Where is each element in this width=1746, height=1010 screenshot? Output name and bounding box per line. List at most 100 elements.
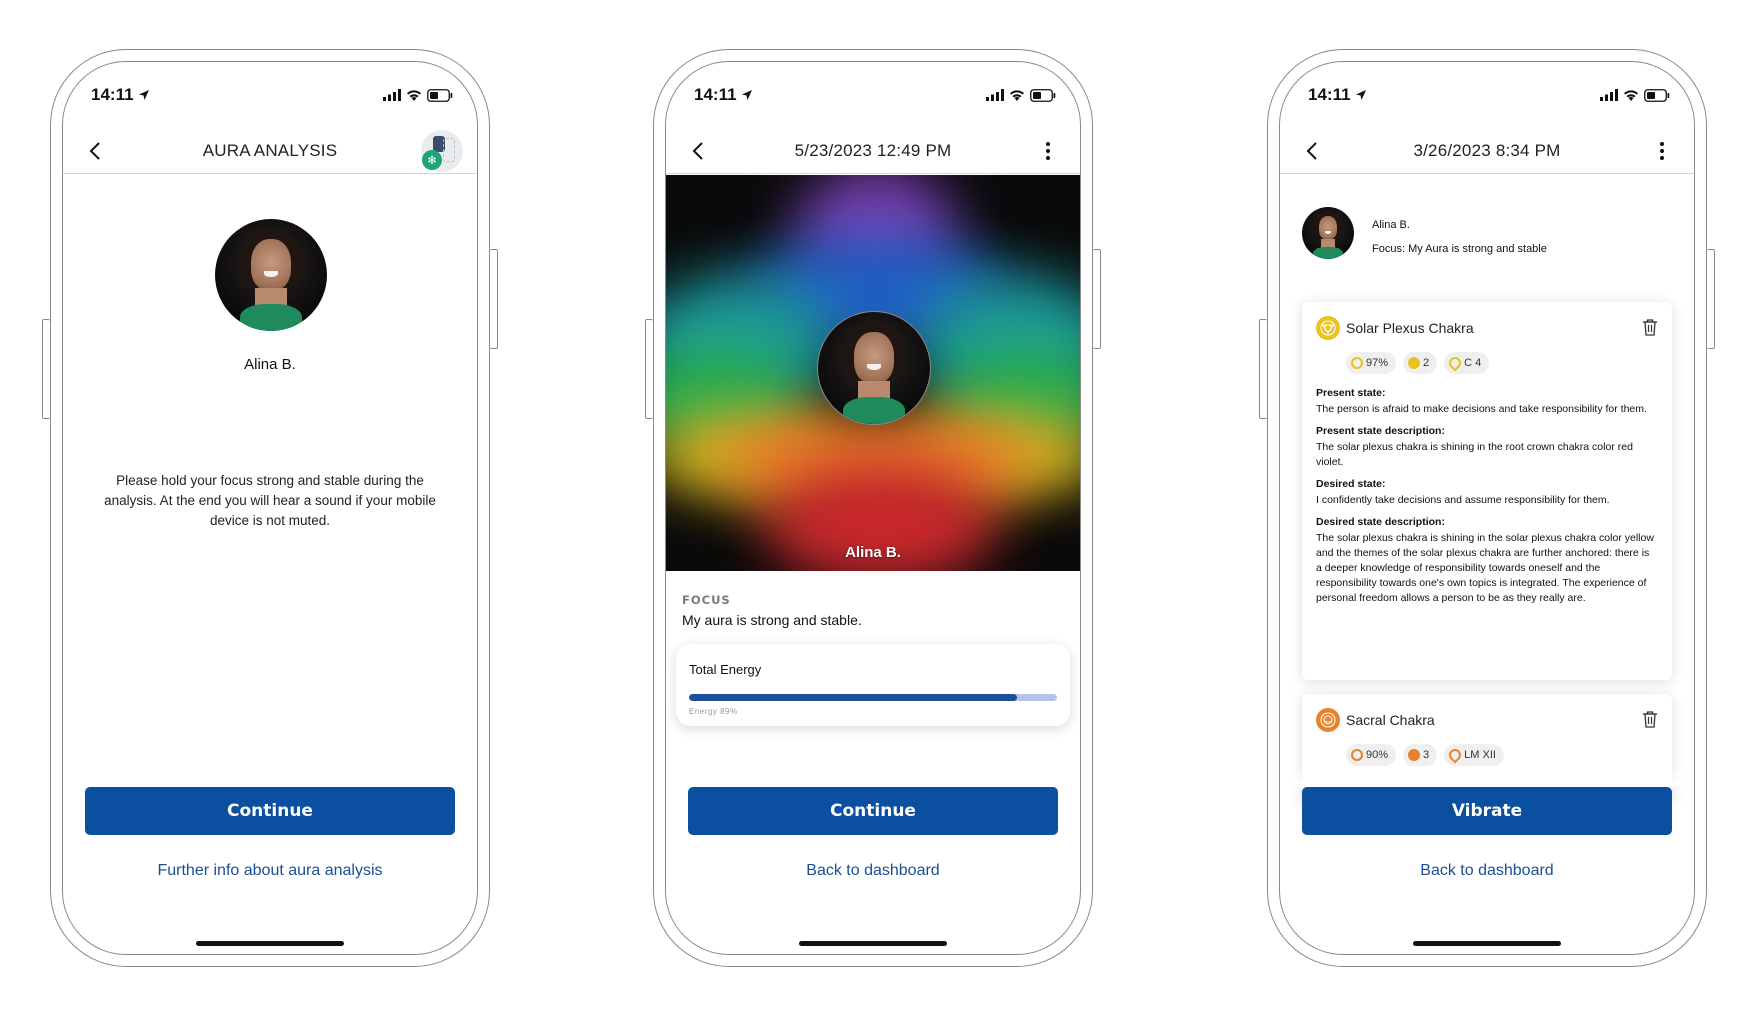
gauge-icon: [1408, 749, 1421, 761]
avatar: [1302, 207, 1354, 259]
further-info-link[interactable]: Further info about aura analysis: [63, 862, 477, 880]
stat-chip: 97%: [1346, 352, 1397, 374]
signal-icon: [1600, 89, 1618, 101]
energy-progress-fill: [689, 694, 1017, 701]
back-to-dashboard-link[interactable]: Back to dashboard: [666, 862, 1080, 880]
chevron-left-icon: [1306, 142, 1317, 160]
screen: 14:11 AURA ANALYSIS ✻ Alina B. Please ho…: [62, 61, 478, 955]
desired-desc-label: Desired state description:: [1316, 516, 1445, 528]
focus-label: FOCUS: [682, 593, 731, 607]
drop-icon: [1446, 746, 1464, 764]
wifi-icon: [1009, 89, 1025, 101]
power-button: [1093, 249, 1101, 349]
delete-button[interactable]: [1642, 318, 1658, 340]
status-bar: 14:11: [91, 84, 453, 106]
more-vertical-icon: [1660, 142, 1664, 160]
screen: 14:11 5/23/2023 12:49 PM Alina B. FOCUS …: [665, 61, 1081, 955]
avatar: [817, 311, 931, 425]
stat-chip: 3: [1403, 744, 1438, 766]
bluetooth-device-button[interactable]: ✻: [421, 130, 463, 172]
energy-title: Total Energy: [689, 662, 762, 677]
status-bar: 14:11: [694, 84, 1056, 106]
stat-chip: C 4: [1444, 352, 1490, 374]
solar-plexus-chakra-icon: [1316, 316, 1340, 340]
page-title: 3/26/2023 8:34 PM: [1413, 140, 1561, 160]
power-button: [1707, 249, 1715, 349]
phone-aura-analysis: 14:11 AURA ANALYSIS ✻ Alina B. Please ho…: [42, 49, 498, 967]
profile-focus: Focus: My Aura is strong and stable: [1372, 243, 1547, 255]
stat-chip: 90%: [1346, 744, 1397, 766]
stat-chip: 2: [1403, 352, 1438, 374]
bluetooth-icon: ✻: [422, 150, 442, 170]
vibrate-button[interactable]: Vibrate: [1302, 787, 1672, 835]
total-energy-card: Total Energy Energy 89%: [676, 644, 1070, 726]
present-state-label: Present state:: [1316, 387, 1386, 399]
present-state: The person is afraid to make decisions a…: [1316, 403, 1647, 415]
delete-button[interactable]: [1642, 710, 1658, 732]
volume-button: [42, 319, 50, 419]
energy-caption: Energy 89%: [689, 707, 738, 716]
present-desc-label: Present state description:: [1316, 425, 1445, 437]
volume-button: [645, 319, 653, 419]
chakra-name: Sacral Chakra: [1346, 712, 1435, 728]
desired-state-label: Desired state:: [1316, 478, 1386, 490]
chakra-details: Present state: The person is afraid to ma…: [1316, 386, 1658, 613]
status-bar: 14:11: [1308, 84, 1670, 106]
desired-desc: The solar plexus chakra is shining in th…: [1316, 532, 1654, 604]
wifi-icon: [406, 89, 422, 101]
nav-bar: 3/26/2023 8:34 PM: [1280, 128, 1694, 174]
drop-icon: [1446, 354, 1464, 372]
sacral-chakra-icon: [1316, 708, 1340, 732]
back-to-dashboard-link[interactable]: Back to dashboard: [1280, 862, 1694, 880]
screen: 14:11 3/26/2023 8:34 PM Alina B. Focus: …: [1279, 61, 1695, 955]
trash-icon: [1643, 319, 1657, 336]
volume-button: [1259, 319, 1267, 419]
stat-chip: LM XII: [1444, 744, 1504, 766]
back-button[interactable]: [686, 139, 710, 163]
profile-row: Alina B. Focus: My Aura is strong and st…: [1302, 207, 1678, 263]
more-options-button[interactable]: [1650, 139, 1674, 163]
battery-icon: [427, 88, 453, 102]
wifi-icon: [1623, 89, 1639, 101]
battery-icon: [1644, 88, 1670, 102]
chakra-stats: 90% 3 LM XII: [1346, 744, 1504, 766]
nav-bar: AURA ANALYSIS ✻: [63, 128, 477, 174]
more-options-button[interactable]: [1036, 139, 1060, 163]
gauge-icon: [1408, 357, 1421, 369]
continue-button[interactable]: Continue: [85, 787, 455, 835]
phone-chakra-details: 14:11 3/26/2023 8:34 PM Alina B. Focus: …: [1259, 49, 1715, 967]
trash-icon: [1643, 711, 1657, 728]
signal-icon: [383, 89, 401, 101]
target-icon: [1351, 749, 1363, 761]
back-button[interactable]: [83, 139, 107, 163]
chevron-left-icon: [89, 142, 100, 160]
chakra-name: Solar Plexus Chakra: [1346, 320, 1474, 336]
signal-icon: [986, 89, 1004, 101]
profile-name: Alina B.: [1372, 219, 1410, 231]
page-title: AURA ANALYSIS: [202, 140, 338, 160]
target-icon: [1351, 357, 1363, 369]
continue-button[interactable]: Continue: [688, 787, 1058, 835]
location-arrow-icon: [1355, 89, 1367, 101]
home-indicator[interactable]: [196, 941, 344, 946]
avatar: [215, 219, 327, 331]
aura-user-name: Alina B.: [845, 544, 901, 561]
focus-text: My aura is strong and stable.: [682, 612, 862, 628]
desired-state: I confidently take decisions and assume …: [1316, 494, 1610, 506]
chevron-left-icon: [692, 142, 703, 160]
aura-image: Alina B.: [666, 175, 1080, 571]
clock: 14:11: [694, 85, 737, 104]
back-button[interactable]: [1300, 139, 1324, 163]
home-indicator[interactable]: [1413, 941, 1561, 946]
power-button: [490, 249, 498, 349]
clock: 14:11: [91, 85, 134, 104]
chakra-card-solar-plexus[interactable]: Solar Plexus Chakra 97% 2 C 4 Present st…: [1302, 302, 1672, 680]
phone-aura-result: 14:11 5/23/2023 12:49 PM Alina B. FOCUS …: [645, 49, 1101, 967]
clock: 14:11: [1308, 85, 1351, 104]
page-title: 5/23/2023 12:49 PM: [794, 140, 952, 160]
energy-progress-bar: [689, 694, 1057, 701]
battery-icon: [1030, 88, 1056, 102]
home-indicator[interactable]: [799, 941, 947, 946]
location-arrow-icon: [138, 89, 150, 101]
chakra-stats: 97% 2 C 4: [1346, 352, 1490, 374]
